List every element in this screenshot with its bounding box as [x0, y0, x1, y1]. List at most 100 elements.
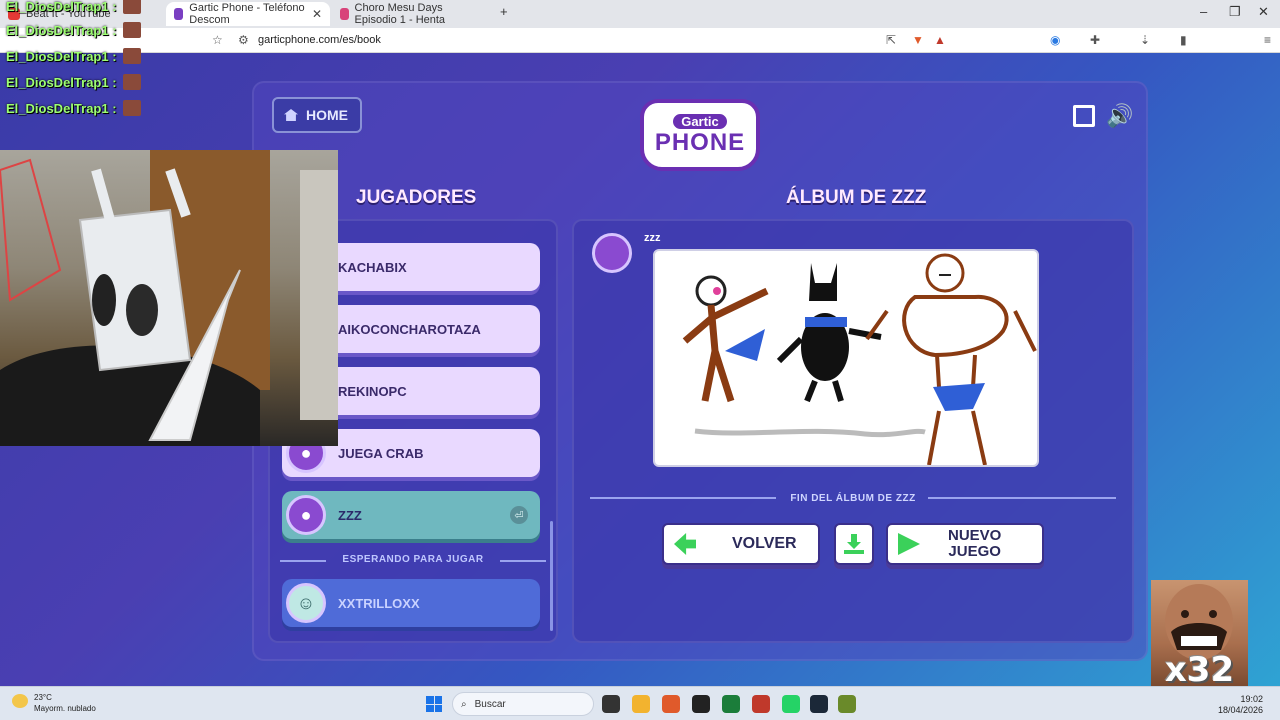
weather-icon	[12, 694, 28, 708]
steam-icon[interactable]	[810, 695, 828, 713]
extension-icon[interactable]: ◉	[1050, 33, 1060, 47]
search-placeholder: Buscar	[474, 698, 506, 710]
album-user-name: zzz	[644, 232, 661, 244]
player-name: XXTRILLOXX	[338, 595, 420, 611]
chat-user: El_DiosDelTrap1 :	[6, 48, 117, 64]
file-explorer-icon[interactable]	[632, 695, 650, 713]
task-view-icon[interactable]	[602, 695, 620, 713]
system-clock[interactable]: 19:02 18/04/2026	[1218, 694, 1263, 716]
chat-emote-icon	[122, 22, 141, 38]
app-icon[interactable]	[722, 695, 740, 713]
album-drawing	[653, 249, 1039, 467]
waiting-label: ESPERANDO PARA JUGAR	[342, 554, 484, 565]
chat-user: El_DiosDelTrap1 :	[6, 0, 117, 14]
close-tab-icon[interactable]: ✕	[312, 7, 322, 21]
search-icon: ⌕	[461, 698, 467, 710]
weather-widget[interactable]: 23°C Mayorm. nublado	[12, 692, 96, 714]
tab-other[interactable]: Choro Mesu Days Episodio 1 - Henta	[332, 2, 492, 26]
waiting-player-item[interactable]: ☺ XXTRILLOXX	[282, 579, 540, 627]
logo-bottom: PHONE	[654, 128, 746, 156]
taskbar: 23°C Mayorm. nublado ⌕ Buscar 19:02 18/0…	[0, 686, 1280, 720]
chat-emote-icon	[122, 0, 141, 14]
obs-icon[interactable]	[692, 695, 710, 713]
weather-temp: 23°C	[34, 693, 52, 702]
weather-desc: Mayorm. nublado	[34, 704, 96, 713]
player-name: AIKOCONCHAROTAZA	[338, 321, 481, 337]
drawing-sketch	[682, 253, 1037, 465]
album-end-label: FIN DEL ÁLBUM DE ZZZ	[790, 493, 916, 504]
new-tab-button[interactable]: +	[500, 4, 508, 19]
bookmark-icon[interactable]: ☆	[212, 33, 223, 47]
close-window-button[interactable]: ✕	[1258, 4, 1269, 20]
brave-browser-icon[interactable]	[662, 695, 680, 713]
chat-emote-icon	[122, 100, 141, 116]
new-game-line2: JUEGO	[948, 543, 1001, 560]
brave-shield-icon[interactable]: ▼	[912, 33, 924, 47]
taskbar-search[interactable]: ⌕ Buscar	[452, 692, 594, 716]
chat-message: El_DiosDelTrap1 :	[6, 0, 141, 16]
reaction-overlay: x32	[1151, 580, 1248, 686]
download-icon[interactable]: ⇣	[1140, 33, 1150, 47]
whatsapp-icon[interactable]	[782, 695, 800, 713]
url-field[interactable]: garticphone.com/es/book	[258, 34, 381, 46]
webcam-feed	[0, 150, 338, 446]
house-icon	[284, 109, 298, 121]
chat-message: El_DiosDelTrap1 :	[6, 98, 141, 118]
album-heading: ÁLBUM DE ZZZ	[786, 187, 927, 208]
address-bar: ☆ ⚙ garticphone.com/es/book ⇱ ▼ ▲ ◉ ✚ ⇣ …	[0, 28, 1280, 53]
player-name: ZZZ	[338, 507, 362, 523]
speaker-icon[interactable]: 🔊	[1106, 103, 1133, 129]
arrow-left-icon	[674, 533, 696, 555]
chat-user: El_DiosDelTrap1 :	[6, 100, 117, 116]
new-game-button[interactable]: NUEVO JUEGO	[886, 523, 1044, 565]
sidebar-icon[interactable]: ▮	[1180, 33, 1187, 47]
gartic-phone-logo: Gartic PHONE	[640, 99, 760, 171]
player-name: KACHABIX	[338, 259, 407, 275]
puzzle-icon[interactable]: ✚	[1090, 33, 1100, 47]
stream-chat-overlay: El_DiosDelTrap1 : El_DiosDelTrap1 : El_D…	[6, 0, 156, 120]
chat-message: El_DiosDelTrap1 :	[6, 72, 141, 92]
fullscreen-icon[interactable]	[1073, 105, 1095, 127]
player-avatar: ●	[286, 495, 326, 535]
new-game-label: NUEVO JUEGO	[948, 528, 1001, 560]
site-favicon-icon	[340, 8, 349, 20]
reaction-count: x32	[1164, 650, 1235, 686]
home-button[interactable]: HOME	[272, 97, 362, 133]
chat-user: El_DiosDelTrap1 :	[6, 74, 117, 90]
site-info-icon[interactable]: ⚙	[238, 33, 249, 47]
chat-message: El_DiosDelTrap1 :	[6, 20, 141, 40]
rewards-icon[interactable]: ▲	[934, 33, 946, 47]
chat-emote-icon	[122, 48, 141, 64]
play-icon	[898, 533, 920, 555]
back-button[interactable]: VOLVER	[662, 523, 820, 565]
share-icon[interactable]: ⇱	[886, 33, 896, 47]
app-icon[interactable]	[752, 695, 770, 713]
back-label: VOLVER	[732, 535, 797, 552]
tab-label: Choro Mesu Days Episodio 1 - Henta	[354, 2, 446, 26]
player-avatar: ☺	[286, 583, 326, 623]
exit-icon[interactable]: ⏎	[510, 506, 528, 524]
home-label: HOME	[306, 107, 348, 123]
minimize-button[interactable]: –	[1200, 4, 1207, 19]
player-name: JUEGA CRAB	[338, 445, 424, 461]
clock-time: 19:02	[1240, 694, 1264, 704]
menu-icon[interactable]: ≡	[1264, 33, 1271, 47]
players-scrollbar[interactable]	[550, 521, 553, 631]
new-game-line1: NUEVO	[948, 527, 1002, 544]
gartic-favicon-icon	[174, 8, 184, 20]
maximize-button[interactable]: ❐	[1229, 4, 1241, 20]
start-button[interactable]	[426, 696, 442, 712]
player-item-current[interactable]: ● ZZZ ⏎	[282, 491, 540, 539]
webcam-overlay	[0, 150, 338, 446]
download-album-button[interactable]	[834, 523, 874, 565]
chat-emote-icon	[122, 74, 141, 90]
logo-top: Gartic	[673, 113, 727, 129]
player-name: REKINOPC	[338, 383, 407, 399]
chat-message: El_DiosDelTrap1 :	[6, 46, 141, 66]
clock-date: 18/04/2026	[1218, 705, 1264, 715]
minecraft-icon[interactable]	[838, 695, 856, 713]
players-heading: JUGADORES	[356, 187, 477, 208]
download-icon	[844, 534, 864, 554]
tab-label: Gartic Phone - Teléfono Descom	[189, 2, 305, 26]
tab-gartic[interactable]: Gartic Phone - Teléfono Descom ✕	[166, 2, 330, 26]
